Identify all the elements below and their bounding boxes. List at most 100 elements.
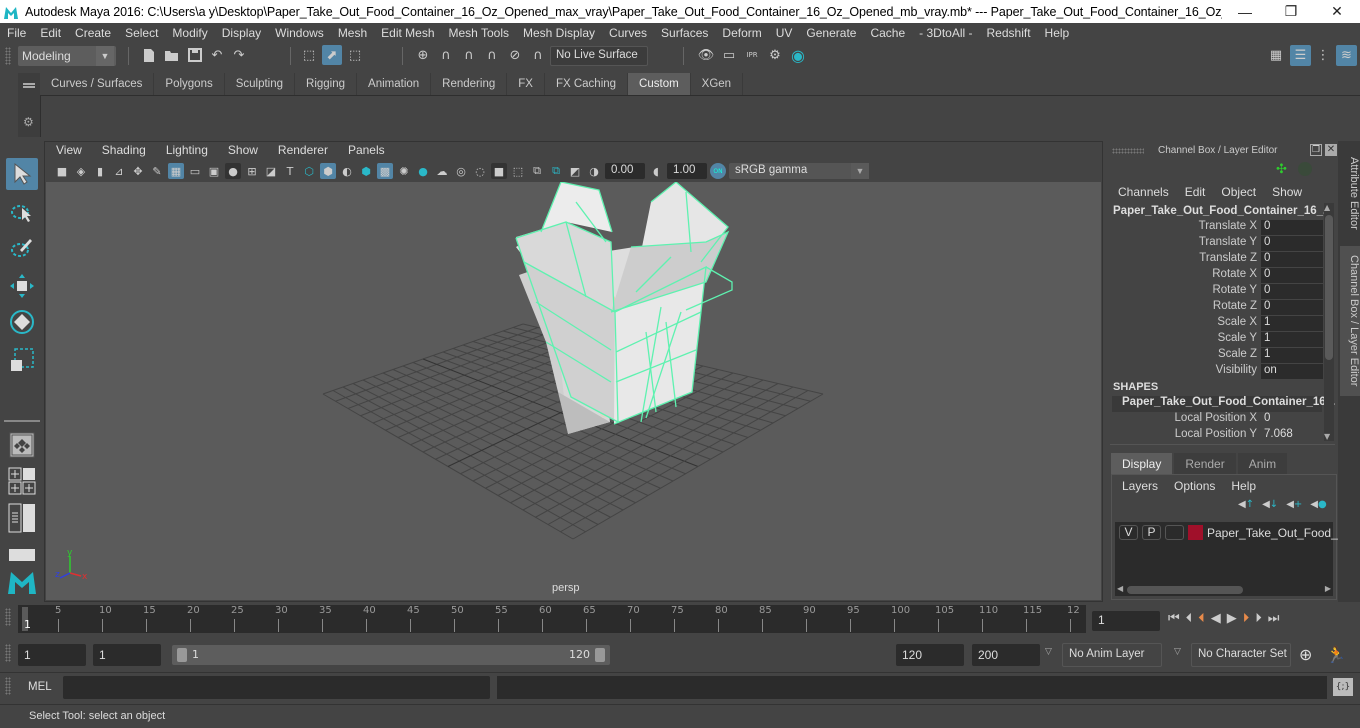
command-input[interactable] <box>63 676 490 699</box>
channel-row[interactable]: Translate X0 <box>1110 220 1323 236</box>
live-surface-field[interactable]: No Live Surface <box>550 46 648 66</box>
script-editor-icon[interactable]: {;} <box>1333 678 1353 696</box>
layer-tab-render[interactable]: Render <box>1174 453 1236 475</box>
channel-value[interactable]: on <box>1261 364 1323 380</box>
channel-row[interactable]: Rotate Y0 <box>1110 284 1323 300</box>
go-to-start-icon[interactable]: ⏮ <box>1168 611 1180 626</box>
layer-menu-layers[interactable]: Layers <box>1122 479 1158 493</box>
move-layer-up-icon[interactable]: ◀↑ <box>1238 499 1254 510</box>
menu-cache[interactable]: Cache <box>863 26 912 40</box>
layer-menu-help[interactable]: Help <box>1231 479 1256 493</box>
hud-icon[interactable]: ◩ <box>567 163 583 179</box>
viewport-menu-shading[interactable]: Shading <box>92 143 156 161</box>
image-plane-icon[interactable]: ⊿ <box>111 163 127 179</box>
menu-generate[interactable]: Generate <box>799 26 863 40</box>
channel-box-tab[interactable]: Channel Box / Layer Editor <box>1340 246 1360 396</box>
gamma-icon[interactable]: ◖ <box>648 163 664 179</box>
select-hierarchy-icon[interactable]: ⬚ <box>300 46 318 64</box>
range-grip[interactable] <box>5 644 11 662</box>
gamma-field[interactable]: 1.00 <box>667 163 707 179</box>
play-forward-icon[interactable]: ▶ <box>1227 611 1237 626</box>
xray-icon[interactable]: ⬢ <box>358 163 374 179</box>
anim-layer-dropdown-icon[interactable]: ▽ <box>1045 647 1052 657</box>
make-live-icon[interactable]: ⊘ <box>506 46 524 64</box>
channel-label[interactable]: Rotate X <box>1110 268 1261 284</box>
animation-preferences-icon[interactable]: 🏃 <box>1326 645 1346 664</box>
restore-button[interactable]: ❐ <box>1268 3 1314 20</box>
channel-label[interactable]: Scale Z <box>1110 348 1261 364</box>
channel-value[interactable]: 0 <box>1261 236 1323 252</box>
speed-icon[interactable] <box>1298 162 1312 176</box>
camera-attributes-icon[interactable]: ◈ <box>73 163 89 179</box>
channel-label[interactable]: Translate X <box>1110 220 1261 236</box>
channel-value[interactable]: 0 <box>1261 412 1323 428</box>
manipulator-icon[interactable]: ✣ <box>1276 162 1287 177</box>
rotate-tool-icon[interactable] <box>6 306 38 338</box>
range-start-handle[interactable] <box>177 648 187 662</box>
multisample-aa-icon[interactable]: ◌ <box>472 163 488 179</box>
close-button[interactable]: ✕ <box>1314 3 1360 20</box>
channel-row[interactable]: Scale Z1 <box>1110 348 1323 364</box>
redo-icon[interactable]: ↷ <box>230 46 248 64</box>
render-view-icon[interactable]: 👁 <box>697 46 715 64</box>
scroll-left-icon[interactable]: ◀ <box>1117 584 1123 593</box>
menu-3dtoall[interactable]: - 3DtoAll - <box>912 26 979 40</box>
channel-label[interactable]: Local Position Y <box>1110 428 1261 444</box>
channel-row[interactable]: Local Position X0 <box>1110 412 1323 428</box>
undo-icon[interactable]: ↶ <box>208 46 226 64</box>
shape-node-name[interactable]: Paper_Take_Out_Food_Container_16... <box>1112 396 1335 412</box>
film-gate-icon[interactable]: ▭ <box>187 163 203 179</box>
exposure-icon[interactable]: ◑ <box>586 163 602 179</box>
shelf-settings-icon[interactable]: ⚙ <box>23 115 34 129</box>
channel-label[interactable]: Visibility <box>1110 364 1261 380</box>
command-grip[interactable] <box>5 677 11 695</box>
render-settings-icon[interactable]: ⚙ <box>766 46 784 64</box>
channel-menu-object[interactable]: Object <box>1221 185 1256 199</box>
menu-deform[interactable]: Deform <box>715 26 768 40</box>
channel-value[interactable]: 1 <box>1261 348 1323 364</box>
command-language-label[interactable]: MEL <box>28 681 52 693</box>
shelf-menu-icon[interactable] <box>23 83 35 88</box>
exposure-field[interactable]: 0.00 <box>605 163 645 179</box>
channel-value[interactable]: 1 <box>1261 332 1323 348</box>
scroll-up-icon[interactable]: ▲ <box>1324 203 1330 212</box>
channel-label[interactable]: Local Position X <box>1110 412 1261 428</box>
shelf-tab-fx-caching[interactable]: FX Caching <box>544 73 629 95</box>
four-view-layout-icon[interactable] <box>6 465 38 497</box>
channel-value[interactable]: 0 <box>1261 300 1323 316</box>
shelf-tab-polygons[interactable]: Polygons <box>154 73 225 95</box>
render-frame-icon[interactable]: ▭ <box>720 46 738 64</box>
depth-of-field-icon[interactable]: ■ <box>491 163 507 179</box>
selected-object-name[interactable]: Paper_Take_Out_Food_Container_16_... <box>1113 205 1333 217</box>
step-forward-key-icon[interactable]: ⏵ <box>1243 611 1250 626</box>
menu-display[interactable]: Display <box>215 26 268 40</box>
modeling-toolkit-icon[interactable]: ▦ <box>1267 46 1285 64</box>
new-scene-icon[interactable] <box>140 46 158 64</box>
lasso-tool-icon[interactable] <box>6 196 38 228</box>
shelf-tab-custom[interactable]: Custom <box>628 73 691 95</box>
select-object-icon[interactable]: ⬈ <box>322 45 342 65</box>
layer-playback-toggle[interactable]: P <box>1142 525 1161 540</box>
grease-pencil-icon[interactable]: ✎ <box>149 163 165 179</box>
bookmark-icon[interactable]: ▮ <box>92 163 108 179</box>
viewport-menu-panels[interactable]: Panels <box>338 143 395 161</box>
maya-home-icon[interactable] <box>6 566 38 598</box>
menu-redshift[interactable]: Redshift <box>980 26 1038 40</box>
range-end-handle[interactable] <box>595 648 605 662</box>
channel-row[interactable]: Rotate X0 <box>1110 268 1323 284</box>
hypershade-icon[interactable]: ◉ <box>789 46 807 65</box>
wireframe-on-shaded-icon[interactable]: ◐ <box>339 163 355 179</box>
textured-icon[interactable]: ▩ <box>377 163 393 179</box>
menu-mesh[interactable]: Mesh <box>331 26 374 40</box>
shelf-tab-sculpting[interactable]: Sculpting <box>224 73 296 95</box>
move-layer-down-icon[interactable]: ◀↓ <box>1262 499 1278 510</box>
ipr-render-icon[interactable]: IPR <box>743 46 761 64</box>
shadows-icon[interactable]: ● <box>415 163 431 179</box>
menu-modify[interactable]: Modify <box>165 26 214 40</box>
open-scene-icon[interactable] <box>163 46 181 64</box>
snap-grid-icon[interactable]: ⊕ <box>414 46 432 64</box>
snap-point-icon[interactable]: ∩ <box>460 46 478 64</box>
step-back-frame-icon[interactable]: ⏴ <box>1186 611 1193 626</box>
xray-joints-icon[interactable]: ⧉ <box>529 163 545 179</box>
minimize-button[interactable]: — <box>1222 4 1268 20</box>
